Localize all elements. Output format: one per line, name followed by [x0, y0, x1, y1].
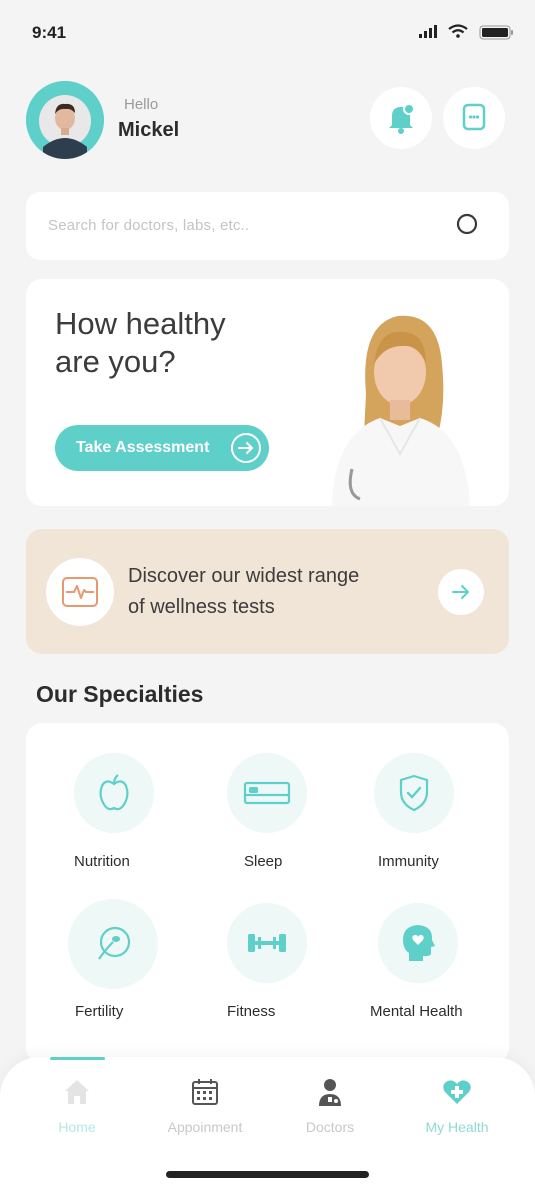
chat-icon [462, 103, 486, 131]
user-photo [26, 81, 104, 159]
home-icon [65, 1080, 89, 1104]
specialty-label: Fertility [75, 1003, 124, 1020]
take-assessment-label: Take Assessment [76, 439, 210, 456]
arrow-right-icon [231, 433, 261, 463]
wellness-text: Discover our widest range of wellness te… [128, 565, 360, 618]
specialty-label: Fitness [227, 1003, 276, 1020]
hero-title: How healthy are you? [55, 306, 226, 379]
take-assessment-button[interactable]: Take Assessment [55, 425, 269, 471]
status-bar: 9:41 [0, 0, 535, 64]
nav-my-health[interactable]: My Health [402, 1077, 512, 1139]
section-title-specialties: Our Specialties [36, 681, 204, 707]
username-text: Mickel [118, 119, 180, 141]
health-check-card: How healthy are you? Take Assessment [26, 279, 509, 506]
heart-pulse-icon [62, 577, 98, 607]
head-heart-icon [403, 925, 435, 961]
greeting-text: Hello [124, 96, 159, 113]
specialty-immunity[interactable] [374, 753, 454, 833]
specialties-card: Nutrition Sleep Immunity Fertility Fitne… [26, 723, 509, 1063]
specialty-sleep[interactable] [227, 753, 307, 833]
specialty-nutrition[interactable] [74, 753, 154, 833]
specialty-fertility[interactable] [68, 899, 158, 989]
doctor-icon [319, 1079, 341, 1106]
nav-home[interactable]: Home [22, 1077, 132, 1139]
specialty-mental-health[interactable] [378, 903, 458, 983]
nav-appointment[interactable]: Appoinment [150, 1077, 260, 1139]
signal-icon [419, 25, 437, 38]
sperm-icon [98, 926, 131, 960]
specialty-label: Mental Health [370, 1003, 463, 1020]
bell-icon [389, 103, 415, 134]
heart-plus-icon [443, 1080, 471, 1104]
dumbbell-icon [248, 934, 286, 952]
nav-doctors[interactable]: Doctors [275, 1077, 385, 1139]
notifications-button[interactable] [370, 87, 432, 149]
battery-icon [479, 25, 513, 40]
doctor-image [332, 315, 470, 506]
search-input[interactable]: Search for doctors, labs, etc.. [48, 217, 249, 234]
apple-icon [99, 774, 129, 811]
bottom-nav: Home Appoinment Doctors My Health [0, 1057, 535, 1200]
messages-button[interactable] [443, 87, 505, 149]
nav-appointment-label: Appoinment [167, 1119, 243, 1135]
wellness-tests-banner[interactable]: Discover our widest range of wellness te… [26, 529, 509, 654]
shield-icon [399, 774, 429, 812]
search-bar[interactable]: Search for doctors, labs, etc.. [26, 192, 509, 260]
wellness-arrow-button[interactable] [438, 569, 484, 615]
specialty-label: Nutrition [74, 853, 130, 870]
nav-my-health-label: My Health [425, 1119, 489, 1135]
active-tab-indicator [50, 1057, 105, 1060]
wellness-icon-container [46, 558, 114, 626]
nav-home-label: Home [58, 1119, 96, 1135]
bed-icon [243, 781, 291, 805]
status-time: 9:41 [32, 23, 67, 42]
specialty-label: Sleep [244, 853, 283, 870]
specialty-label: Immunity [378, 853, 439, 870]
wifi-icon [448, 24, 468, 38]
avatar[interactable] [26, 81, 104, 159]
specialty-fitness[interactable] [227, 903, 307, 983]
search-icon[interactable] [455, 212, 479, 236]
home-indicator[interactable] [166, 1171, 369, 1178]
calendar-icon [192, 1079, 218, 1105]
nav-doctors-label: Doctors [305, 1119, 355, 1135]
arrow-right-icon [452, 585, 469, 599]
